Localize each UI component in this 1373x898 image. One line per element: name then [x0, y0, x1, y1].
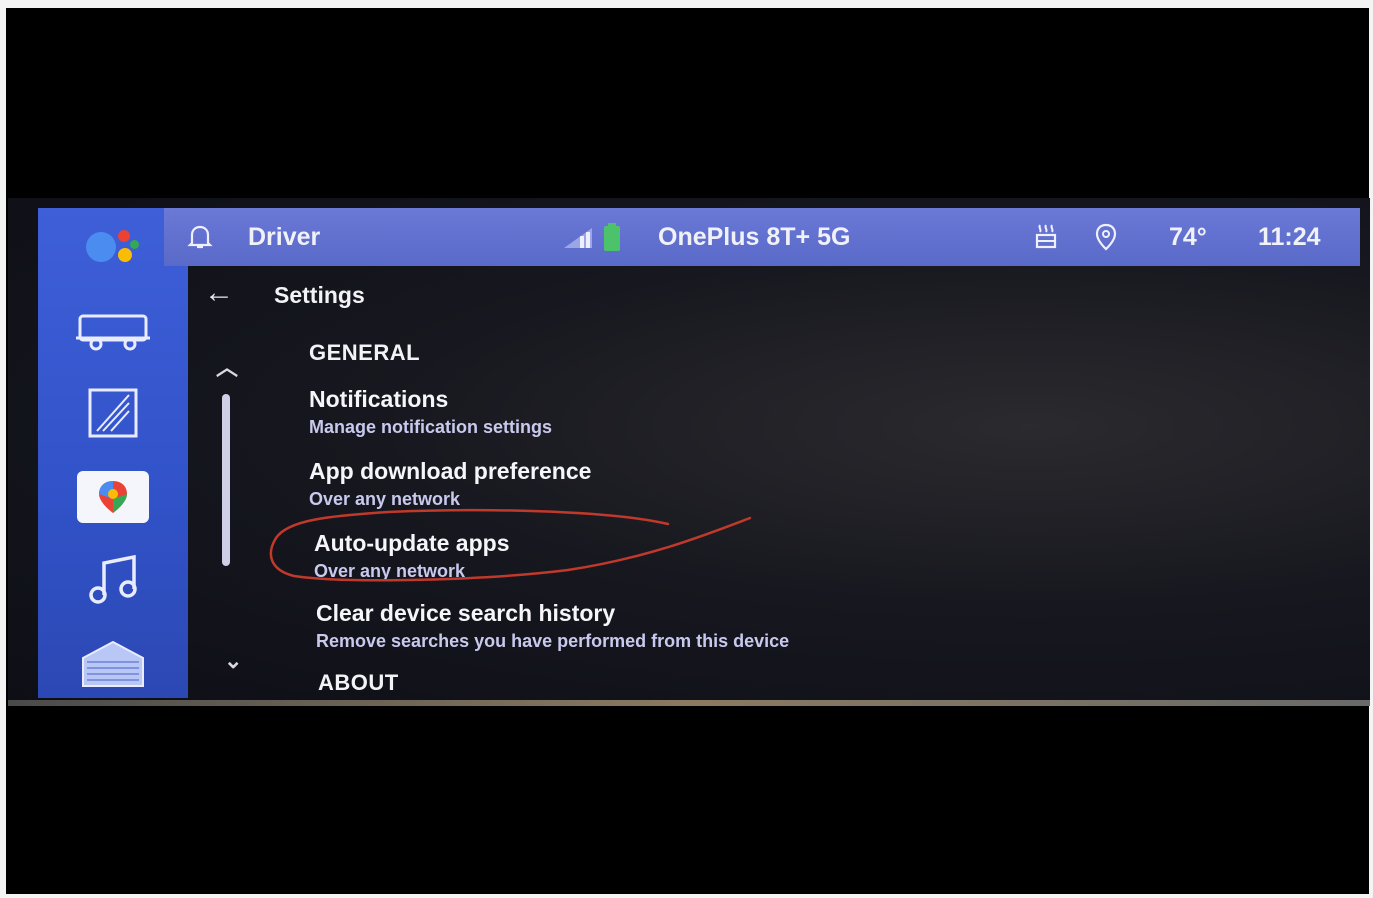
item-subtitle: Over any network — [314, 561, 466, 581]
item-subtitle: Over any network — [309, 489, 461, 509]
item-title: Auto-update apps — [314, 530, 510, 556]
settings-item-clear-search-history[interactable]: Clear device search history Remove searc… — [316, 600, 789, 652]
maps-tile — [77, 471, 149, 523]
car-display-screen: Driver OnePlus 8T+ 5G 74° 11:24 ← Settin… — [8, 198, 1370, 706]
section-header-general: GENERAL — [309, 340, 421, 365]
google-assistant-icon — [78, 218, 148, 278]
settings-item-notifications[interactable]: Notifications Manage notification settin… — [309, 386, 552, 438]
status-bar: Driver OnePlus 8T+ 5G 74° 11:24 — [164, 208, 1360, 266]
scroll-up-chevron-icon[interactable]: ︿ — [216, 350, 238, 382]
profile-label[interactable]: Driver — [248, 208, 320, 266]
maps-icon — [99, 481, 127, 513]
seat-heat-icon[interactable] — [1032, 208, 1060, 266]
settings-panel: ← Settings ︿ ⌄ GENERAL Notifications Man… — [164, 266, 1360, 706]
car-icon — [76, 314, 150, 351]
location-icon[interactable] — [1094, 208, 1118, 266]
section-header-about: ABOUT — [318, 670, 399, 695]
item-title: Clear device search history — [316, 600, 616, 626]
apps-grid-icon — [82, 640, 144, 687]
settings-item-app-download-preference[interactable]: App download preference Over any network — [309, 458, 591, 510]
item-subtitle: Manage notification settings — [309, 417, 553, 437]
page-title: Settings — [274, 282, 365, 308]
battery-icon — [602, 208, 622, 266]
media-card-icon — [88, 388, 138, 438]
signal-icon — [562, 208, 596, 266]
photo-frame-bottom — [0, 894, 1373, 898]
connected-device-name: OnePlus 8T+ 5G — [658, 222, 851, 251]
music-icon — [89, 555, 137, 604]
temperature: 74° — [1169, 222, 1207, 251]
back-arrow-icon[interactable]: ← — [204, 276, 234, 310]
photo-frame-top — [0, 0, 1373, 8]
settings-item-auto-update-apps[interactable]: Auto-update apps Over any network — [314, 530, 510, 582]
scroll-down-chevron-icon[interactable]: ⌄ — [224, 648, 242, 674]
photo-frame-left — [0, 0, 6, 898]
notifications-bell-button[interactable] — [186, 208, 214, 266]
item-title: App download preference — [309, 458, 592, 484]
clock: 11:24 — [1258, 222, 1321, 251]
item-title: Notifications — [309, 386, 449, 412]
screen-bezel-edge — [8, 700, 1370, 706]
bell-icon — [187, 225, 213, 249]
scrollbar[interactable] — [222, 394, 230, 566]
item-subtitle: Remove searches you have performed from … — [316, 631, 790, 651]
